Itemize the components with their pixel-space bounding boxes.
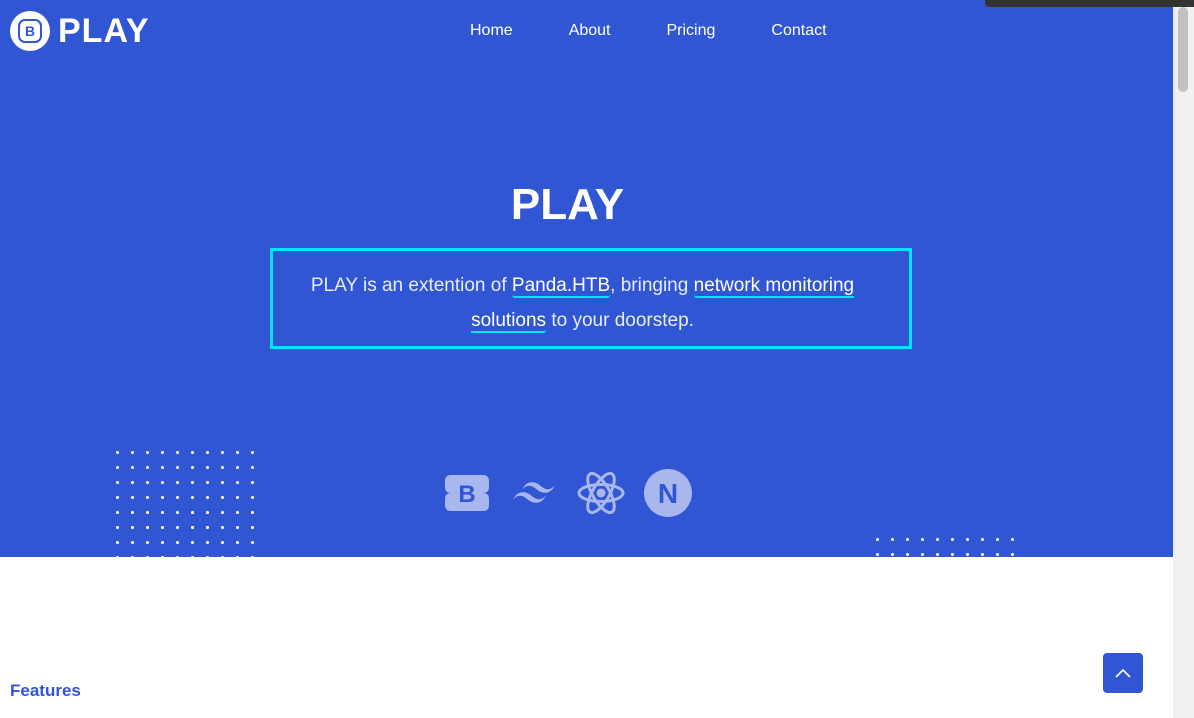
back-to-top-button[interactable] [1103, 653, 1143, 693]
scrollbar-thumb[interactable] [1178, 7, 1188, 92]
nav-contact[interactable]: Contact [771, 22, 826, 40]
nav-pricing[interactable]: Pricing [667, 22, 716, 40]
dot-pattern-right [870, 532, 1018, 557]
hero-section: B PLAY Home About Pricing Contact PLAY P… [0, 0, 1173, 557]
window-edge [985, 0, 1194, 7]
bootstrap-icon[interactable]: B [442, 468, 492, 518]
nav-home[interactable]: Home [470, 22, 513, 40]
tailwind-icon[interactable] [509, 468, 559, 518]
hero-description-text: to your doorstep. [546, 310, 694, 331]
page-scrollbar[interactable] [1173, 0, 1194, 718]
site-logo[interactable]: B PLAY [10, 11, 150, 51]
nextjs-letter: N [658, 478, 678, 509]
main-nav: Home About Pricing Contact [470, 22, 883, 40]
react-icon[interactable] [576, 468, 626, 518]
logo-badge-letter: B [18, 19, 42, 43]
bootstrap-letter: B [458, 481, 475, 508]
hero-description-text: PLAY is an extention of [310, 275, 512, 296]
hero-description: PLAY is an extention of Panda.HTB, bring… [300, 268, 865, 338]
brand-icons: B N [442, 468, 710, 518]
nextjs-icon[interactable]: N [643, 468, 693, 518]
logo-text: PLAY [58, 12, 150, 50]
highlight-panda-htb: Panda.HTB [511, 275, 611, 298]
logo-badge-icon: B [10, 11, 50, 51]
nav-about[interactable]: About [569, 22, 611, 40]
chevron-up-icon [1115, 668, 1131, 678]
features-heading: Features [10, 681, 81, 700]
hero-description-text: , bringing [610, 275, 694, 296]
dot-pattern-left [110, 445, 258, 557]
hero-title: PLAY [510, 180, 625, 229]
